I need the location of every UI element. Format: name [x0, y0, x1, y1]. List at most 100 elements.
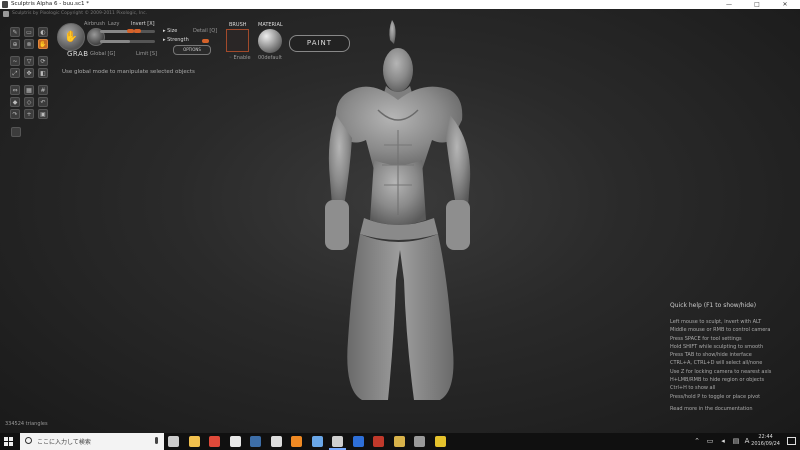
- quick-help-line: Middle mouse or RMB to control camera: [670, 327, 771, 334]
- translate-icon[interactable]: ✥: [24, 68, 34, 78]
- clock-date: 2016/09/24: [751, 441, 780, 447]
- quick-help-line: Hold SHIFT while sculpting to smooth: [670, 343, 764, 350]
- ime-indicator[interactable]: A: [743, 436, 751, 446]
- screen-icon[interactable]: [311, 436, 323, 447]
- limit-toggle[interactable]: Limit [S]: [136, 51, 157, 57]
- size-label: ▸ Size: [163, 28, 178, 34]
- pixologic-logo-icon: [3, 11, 9, 17]
- reduce-all-icon[interactable]: ◇: [24, 97, 34, 107]
- draw-icon[interactable]: ✎: [10, 27, 20, 37]
- file-explorer-icon[interactable]: [188, 436, 200, 447]
- detail-knob[interactable]: [202, 39, 209, 43]
- triangle-count: 334524 triangles: [5, 421, 48, 427]
- invert-toggle[interactable]: Invert [X]: [131, 21, 155, 27]
- mirror-icon[interactable]: ⇔: [10, 85, 20, 95]
- volume-icon[interactable]: ◂: [719, 436, 727, 446]
- copyright-text: Sculptris by Pixologic Copyright © 2009-…: [12, 11, 148, 16]
- close-button[interactable]: ✕: [774, 0, 796, 9]
- size-slider-fill: [100, 30, 131, 33]
- quick-help-panel: Quick help (F1 to show/hide) Left mouse …: [670, 302, 796, 412]
- wireframe-icon[interactable]: ▦: [24, 85, 34, 95]
- taskbar-search[interactable]: ここに入力して検索: [20, 433, 164, 450]
- app-red-icon[interactable]: [373, 436, 384, 447]
- sculptris-icon[interactable]: [329, 436, 346, 450]
- notes-icon[interactable]: [270, 436, 282, 447]
- minimize-button[interactable]: —: [718, 0, 740, 9]
- reduce-icon[interactable]: ▽: [24, 56, 34, 66]
- title-bar: Sculptris Alpha 6 - buu.sc1 * — □ ✕: [0, 0, 800, 9]
- mask-icon[interactable]: ◧: [38, 68, 48, 78]
- quick-help-title: Quick help (F1 to show/hide): [670, 302, 757, 309]
- size-text: Size: [167, 28, 178, 34]
- brush-enable-text: Enable: [233, 55, 251, 61]
- documentation-link[interactable]: Read more in the documentation: [670, 406, 796, 412]
- pinch-icon[interactable]: ⊗: [24, 39, 34, 49]
- brush-swatch[interactable]: [226, 29, 249, 52]
- inflate-icon[interactable]: ⊕: [10, 39, 20, 49]
- airbrush-toggle[interactable]: Airbrush: [84, 21, 105, 27]
- material-swatch[interactable]: [258, 29, 282, 53]
- redo-icon[interactable]: ↷: [10, 109, 20, 119]
- window-title: Sculptris Alpha 6 - buu.sc1 *: [11, 1, 90, 7]
- clock[interactable]: 22:44 2016/09/24: [751, 434, 780, 448]
- microphone-icon[interactable]: [155, 437, 158, 444]
- quick-help-line: Ctrl+H to show all: [670, 385, 716, 392]
- strength-slider-fill: [100, 40, 131, 43]
- tool-name: GRAB: [67, 50, 89, 58]
- quick-help-line: Press SPACE for tool settings: [670, 335, 742, 342]
- keyboard-icon[interactable]: ▤: [732, 436, 740, 446]
- global-toggle[interactable]: Global [G]: [90, 51, 115, 57]
- strength-text: Strength: [167, 37, 189, 43]
- scale-icon[interactable]: ⤢: [10, 68, 20, 78]
- task-view-icon[interactable]: [168, 436, 179, 447]
- search-input[interactable]: ここに入力して検索: [37, 437, 91, 446]
- app-star-icon[interactable]: [393, 436, 405, 447]
- grab-icon[interactable]: ✋: [38, 39, 48, 49]
- open-icon[interactable]: ▣: [38, 109, 48, 119]
- flatten-icon[interactable]: ▭: [24, 27, 34, 37]
- store-icon[interactable]: [229, 436, 241, 447]
- subdivide-icon[interactable]: ◆: [10, 97, 20, 107]
- quick-help-line: Left mouse to sculpt, invert with ALT: [670, 319, 762, 325]
- material-name: 00default: [258, 55, 282, 61]
- tool-hint: Use global mode to manipulate selected o…: [62, 69, 195, 75]
- windows-start-icon[interactable]: [4, 437, 13, 446]
- chevron-up-icon[interactable]: ⌃: [693, 436, 701, 446]
- crease-icon[interactable]: ◐: [38, 27, 48, 37]
- undo-icon[interactable]: ↶: [38, 97, 48, 107]
- quick-help-line: Use Z for locking camera to nearest axis: [670, 368, 772, 375]
- strength-label: ▸ Strength: [163, 37, 189, 43]
- app-gun-icon[interactable]: [414, 436, 425, 447]
- brush-heading: BRUSH: [229, 22, 247, 28]
- blender-icon[interactable]: [291, 436, 302, 447]
- network-icon[interactable]: ▭: [706, 436, 714, 446]
- app-blue-icon[interactable]: [352, 436, 364, 447]
- grid-icon[interactable]: #: [38, 85, 48, 95]
- image-icon[interactable]: [11, 127, 21, 137]
- material-heading: MATERIAL: [258, 22, 283, 28]
- clock-time: 22:44: [758, 434, 773, 440]
- app-icon: [2, 1, 8, 8]
- search-icon: [25, 437, 32, 444]
- quick-help-lines: Left mouse to sculpt, invert with ALT Mid…: [670, 318, 796, 401]
- lazy-toggle[interactable]: Lazy: [108, 21, 119, 27]
- sculpt-model[interactable]: [322, 20, 480, 405]
- invert-knob[interactable]: [134, 29, 141, 33]
- smooth-icon[interactable]: ~: [10, 56, 20, 66]
- quick-help-line: Press TAB to show/hide interface: [670, 352, 752, 359]
- new-icon[interactable]: +: [24, 109, 34, 119]
- quick-help-line: Press/hold P to toggle or place pivot: [670, 393, 761, 400]
- photoshop-icon[interactable]: [250, 436, 261, 447]
- taskbar: ここに入力して検索 ⌃ ▭ ◂ ▤ A 22:44 2016/09/24: [0, 433, 800, 450]
- rotate-icon[interactable]: ⟳: [38, 56, 48, 66]
- brush-enable[interactable]: ◦ Enable: [229, 55, 251, 61]
- detail-label[interactable]: Detail [Q]: [193, 28, 217, 34]
- app-spark-icon[interactable]: [434, 436, 446, 447]
- hand-icon[interactable]: ✋: [57, 23, 85, 51]
- quick-help-line: CTRL+A, CTRL+D will select all/none: [670, 360, 763, 367]
- chrome-icon[interactable]: [209, 436, 220, 447]
- maximize-button[interactable]: □: [746, 0, 768, 9]
- options-button[interactable]: OPTIONS: [173, 45, 211, 55]
- notification-icon[interactable]: [787, 437, 796, 445]
- strength-slider[interactable]: [100, 40, 155, 43]
